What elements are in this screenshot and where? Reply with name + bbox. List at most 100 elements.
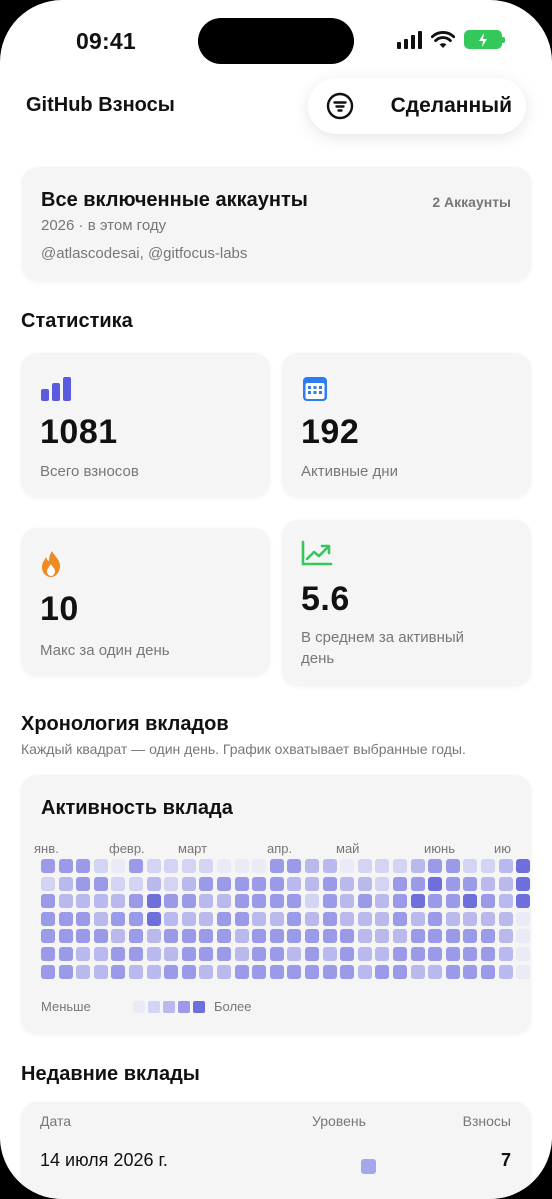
status-icons — [397, 30, 505, 49]
heatmap-cell — [199, 929, 214, 944]
heatmap-cell — [516, 964, 531, 979]
status-time: 09:41 — [76, 28, 136, 54]
column-header-level: Уровень — [312, 1113, 366, 1129]
heatmap-cell — [111, 859, 126, 873]
heatmap-cell — [146, 859, 161, 873]
heatmap-cell — [410, 876, 425, 891]
heatmap-cell — [375, 947, 390, 961]
trend-up-icon — [301, 540, 333, 566]
heatmap-cell — [129, 876, 143, 891]
heatmap-cell — [463, 947, 478, 961]
heatmap-cell — [199, 964, 214, 979]
heatmap-cell — [146, 947, 161, 961]
heatmap-cell — [393, 876, 407, 891]
heatmap-cell — [217, 947, 231, 961]
heatmap-cell — [129, 964, 143, 979]
heatmap-cell — [76, 911, 91, 926]
heatmap-cell — [58, 947, 73, 961]
header-actions: Сделанный — [308, 78, 526, 134]
heatmap-cell — [252, 947, 267, 961]
heatmap-cell — [129, 947, 143, 961]
heatmap-cell — [93, 929, 108, 944]
filter-button[interactable] — [322, 88, 358, 124]
heatmap-cell — [322, 911, 337, 926]
heatmap-cell — [58, 929, 73, 944]
heatmap-cell — [393, 911, 407, 926]
heatmap-cell — [516, 911, 531, 926]
legend-swatch — [163, 1001, 175, 1013]
heatmap-cell — [199, 911, 214, 926]
stat-card-active-days: 192 Активные дни — [282, 353, 531, 497]
heatmap-cell — [234, 929, 249, 944]
heatmap-cell — [234, 876, 249, 891]
heatmap-cell — [516, 947, 531, 961]
heatmap-cell — [164, 911, 179, 926]
heatmap-cell — [181, 929, 196, 944]
heatmap-cell — [269, 859, 284, 873]
heatmap-cell — [217, 894, 231, 909]
heatmap-cell — [357, 859, 372, 873]
battery-charging-icon — [464, 30, 505, 49]
heatmap-cell — [164, 876, 179, 891]
heatmap-cell — [340, 876, 355, 891]
heatmap-cell — [58, 964, 73, 979]
heatmap-cell — [287, 947, 302, 961]
stat-label: Активные дни — [301, 463, 398, 480]
heatmap-cell — [146, 964, 161, 979]
heatmap-cell — [410, 859, 425, 873]
done-button[interactable]: Сделанный — [391, 94, 512, 118]
heatmap-cell — [199, 947, 214, 961]
heatmap-cell — [498, 876, 513, 891]
heatmap-cell — [322, 929, 337, 944]
heatmap-cell — [181, 911, 196, 926]
heatmap-cell — [76, 876, 91, 891]
heatmap-cell — [481, 947, 495, 961]
heatmap-cell — [393, 859, 407, 873]
heatmap-cell — [516, 876, 531, 891]
heatmap-cell — [410, 947, 425, 961]
heatmap-cell — [428, 947, 443, 961]
accounts-card[interactable]: Все включенные аккаунты 2 Аккаунты 2026 … — [22, 167, 531, 281]
heatmap-cell — [498, 964, 513, 979]
heatmap-cell — [516, 894, 531, 909]
stat-label: Всего взносов — [40, 463, 139, 480]
heatmap-cell — [41, 929, 55, 944]
heatmap-cell — [463, 894, 478, 909]
heatmap-cell — [463, 929, 478, 944]
heatmap-cell — [375, 894, 390, 909]
heatmap-cell — [445, 929, 460, 944]
legend-swatch — [178, 1001, 190, 1013]
heatmap-cell — [93, 876, 108, 891]
heatmap-cell — [217, 911, 231, 926]
heatmap-cell — [305, 876, 319, 891]
heatmap-cell — [234, 859, 249, 873]
heatmap-cell — [41, 947, 55, 961]
heatmap-cell — [322, 964, 337, 979]
heatmap-cell — [252, 894, 267, 909]
heatmap-cell — [41, 911, 55, 926]
heatmap-cell — [287, 876, 302, 891]
recent-table: Дата Уровень Взносы 14 июля 2026 г. 7 — [21, 1102, 531, 1199]
heatmap-cell — [146, 929, 161, 944]
heatmap-cell — [269, 911, 284, 926]
heatmap-cell — [129, 911, 143, 926]
heatmap-cell — [217, 964, 231, 979]
heatmap-cell — [340, 929, 355, 944]
row-level-swatch — [361, 1159, 376, 1174]
heatmap-cell — [393, 964, 407, 979]
heatmap-cell — [322, 876, 337, 891]
heatmap-cell — [58, 911, 73, 926]
month-label: апр. — [267, 841, 293, 856]
heatmap-cell — [234, 911, 249, 926]
heatmap-cell — [111, 947, 126, 961]
heatmap-cell — [305, 911, 319, 926]
heatmap-cell — [481, 894, 495, 909]
heatmap-cell — [252, 964, 267, 979]
heatmap-cell — [322, 947, 337, 961]
heatmap-cell — [481, 929, 495, 944]
heatmap-cell — [357, 911, 372, 926]
heatmap-cell — [164, 894, 179, 909]
heatmap-cell — [93, 859, 108, 873]
heatmap-cell — [217, 859, 231, 873]
heatmap-cell — [129, 859, 143, 873]
